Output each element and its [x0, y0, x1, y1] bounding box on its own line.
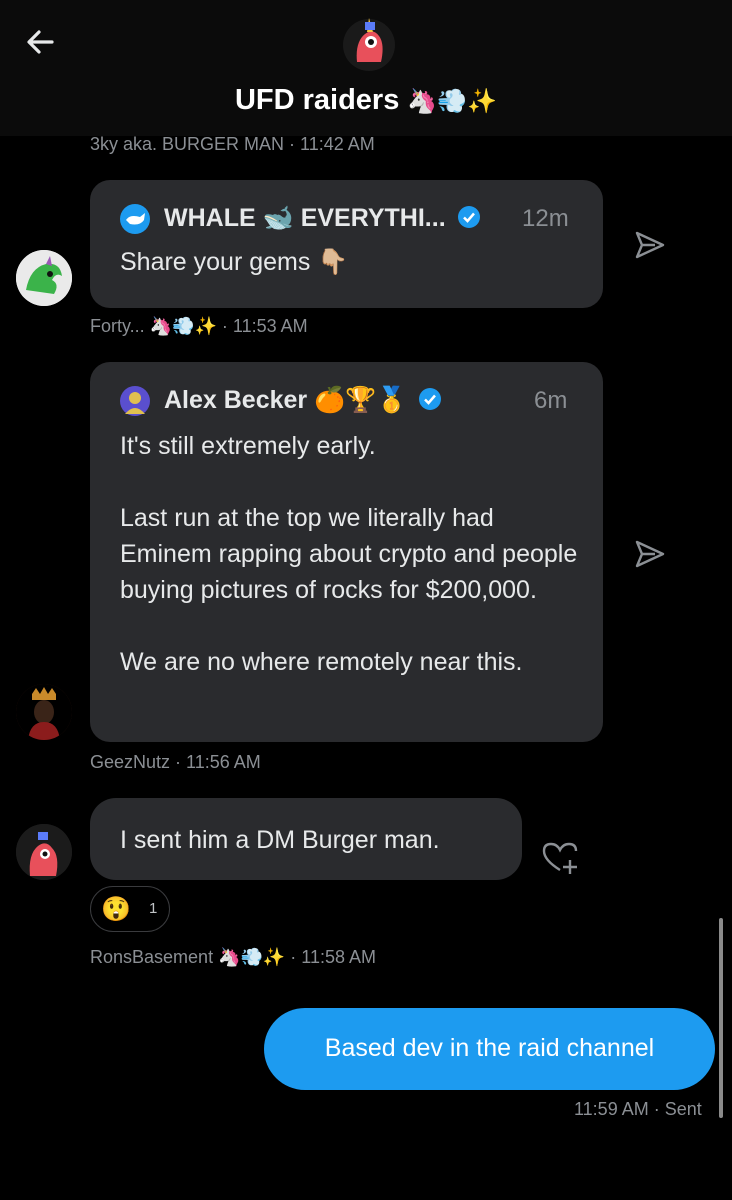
quoted-post-text: It's still extremely early. Last run at … — [120, 432, 578, 676]
back-arrow-icon[interactable] — [20, 22, 60, 62]
quoted-author-name: Alex Becker 🍊🏆🥇 — [164, 386, 442, 415]
quoted-post-text: Share your gems 👇🏼 — [120, 248, 349, 276]
message-text: I sent him a DM Burger man. — [120, 826, 440, 854]
quoted-post-time: 6m — [534, 387, 568, 414]
reaction-pill[interactable]: 😲 1 — [90, 886, 170, 932]
shared-post-bubble[interactable]: WHALE 🐋 EVERYTHI... 12m Share your gems … — [90, 180, 603, 308]
share-icon[interactable] — [633, 537, 667, 571]
avatar[interactable] — [16, 684, 72, 740]
reaction-count: 1 — [149, 900, 158, 917]
verified-badge-icon — [457, 206, 480, 228]
title-emojis: 🦄💨✨ — [407, 88, 498, 115]
conversation-header: UFD raiders 🦄💨✨ — [0, 0, 732, 136]
quoted-author-name: WHALE 🐋 EVERYTHI... — [164, 204, 481, 233]
message-bubble[interactable]: I sent him a DM Burger man. — [90, 798, 522, 880]
sender-meta: GeezNutz · 11:56 AM — [90, 752, 261, 772]
sender-meta: Forty... 🦄💨✨ · 11:53 AM — [90, 316, 308, 336]
profile-avatar-icon — [125, 392, 145, 414]
shared-post-bubble[interactable]: Alex Becker 🍊🏆🥇 6m It's still extremely … — [90, 362, 603, 742]
message-text: Based dev in the raid channel — [324, 1034, 655, 1062]
quoted-author-avatar — [120, 386, 150, 416]
group-avatar[interactable] — [343, 12, 395, 72]
verified-badge-icon — [419, 388, 442, 410]
avatar[interactable] — [16, 824, 72, 880]
sender-meta: RonsBasement 🦄💨✨ · 11:58 AM — [90, 947, 377, 967]
my-message-bubble[interactable]: Based dev in the raid channel — [264, 1008, 715, 1090]
message-status: 11:59 AM · Sent — [574, 1099, 702, 1119]
scrollbar[interactable] — [719, 918, 723, 1118]
add-reaction-heart-icon[interactable] — [540, 840, 580, 876]
sender-meta: 3ky aka. BURGER MAN · 11:42 AM — [90, 134, 375, 154]
reaction-emoji: 😲 — [101, 896, 131, 923]
avatar[interactable] — [16, 250, 72, 306]
whale-avatar-icon — [126, 213, 145, 225]
share-icon[interactable] — [633, 228, 667, 262]
quoted-author-avatar — [120, 204, 150, 234]
quoted-post-time: 12m — [522, 205, 569, 232]
group-title[interactable]: UFD raiders 🦄💨✨ — [0, 84, 732, 117]
